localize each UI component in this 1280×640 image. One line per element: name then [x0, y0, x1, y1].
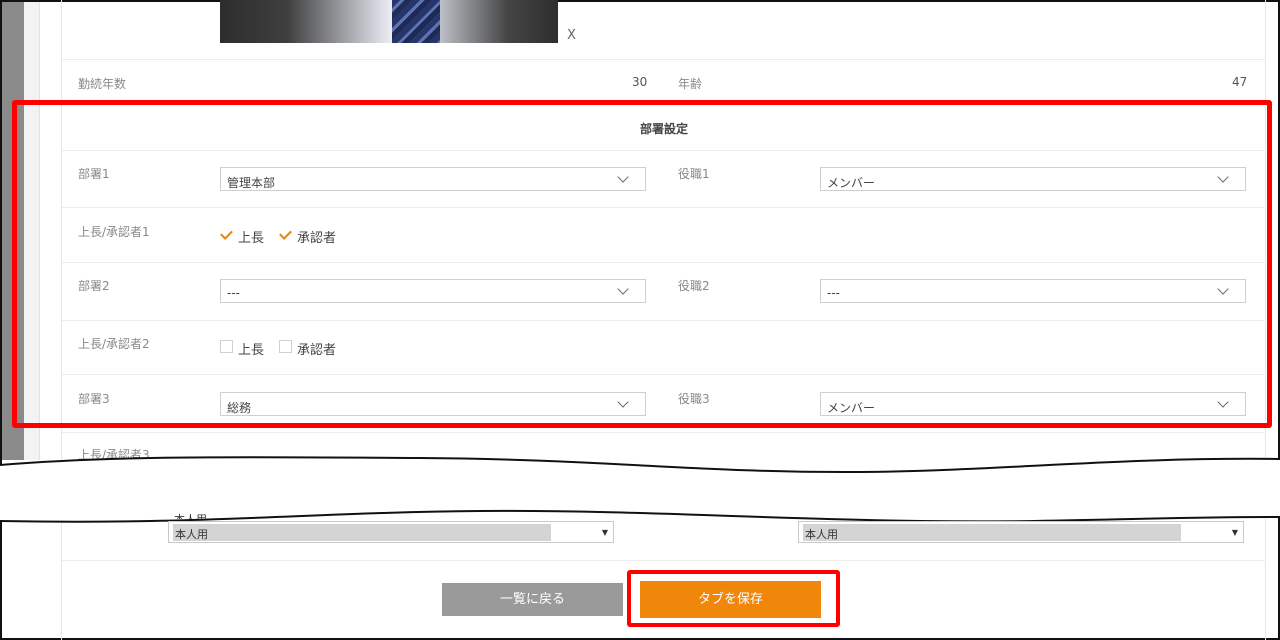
right-listbox[interactable]: 本人用 ▼	[798, 521, 1244, 543]
divider	[62, 59, 1266, 60]
divider	[62, 432, 1266, 433]
scroll-down-arrow-icon[interactable]: ▼	[1229, 523, 1241, 541]
age-value: 47	[1232, 75, 1248, 89]
photo-remove-button[interactable]: X	[567, 28, 576, 43]
left-listbox-selected-item[interactable]: 本人用	[173, 524, 551, 541]
years-of-service-value: 30	[632, 75, 648, 89]
right-listbox-selected-item[interactable]: 本人用	[803, 524, 1181, 541]
age-label: 年齢	[678, 77, 703, 91]
back-to-list-button[interactable]: 一覧に戻る	[442, 583, 623, 616]
scroll-down-arrow-icon[interactable]: ▼	[599, 523, 611, 541]
left-listbox[interactable]: 本人用 ▼	[168, 521, 614, 543]
save-button-highlight	[627, 570, 840, 627]
department-settings-highlight	[12, 100, 1272, 428]
divider	[62, 560, 1266, 561]
photo-tie-detail	[392, 0, 440, 43]
years-of-service-label: 勤続年数	[78, 77, 127, 91]
left-list-previous-item: 本人用	[174, 511, 207, 519]
profile-photo	[220, 0, 558, 43]
